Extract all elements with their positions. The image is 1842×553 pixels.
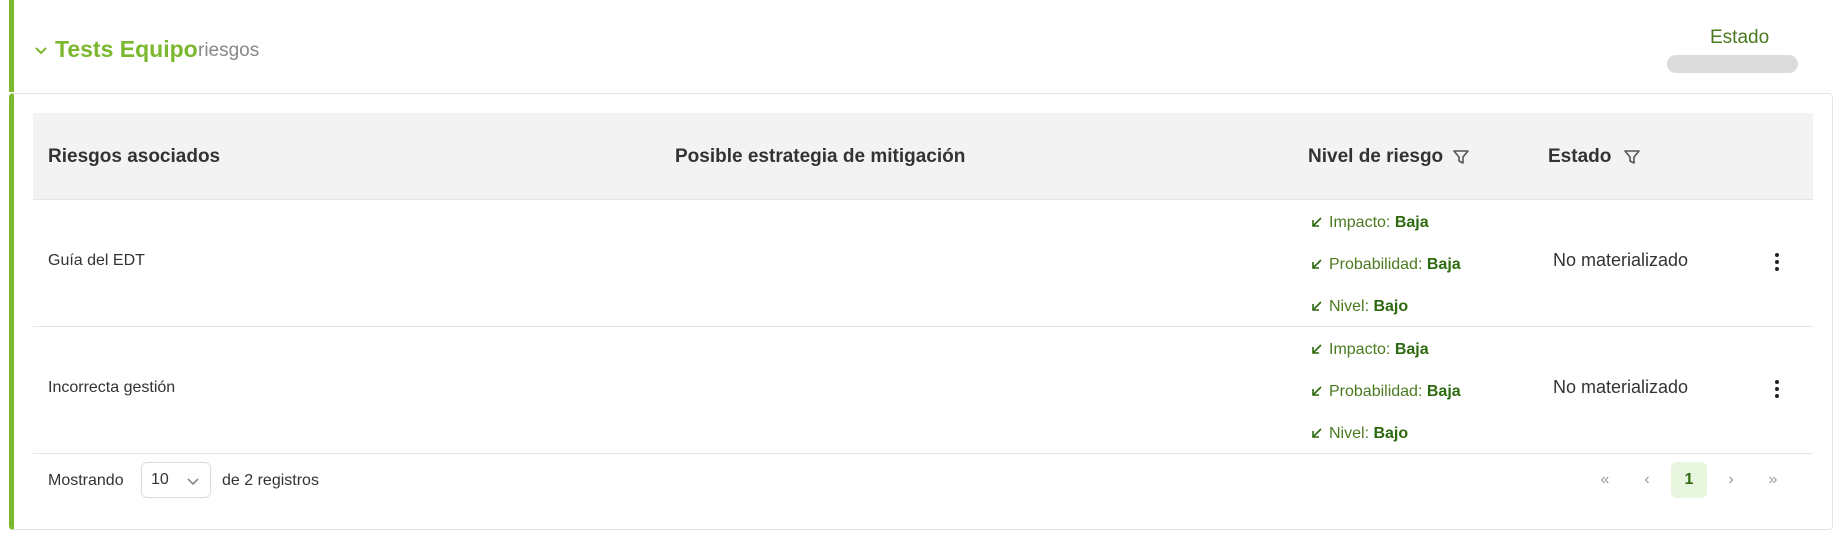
- impact-label: Impacto:: [1329, 214, 1391, 231]
- page-size-value: 10: [151, 471, 169, 488]
- header-level: Nivel de riesgo: [1308, 146, 1444, 167]
- impact-value: Baja: [1394, 341, 1429, 358]
- risk-name: Incorrecta gestión: [48, 379, 176, 396]
- impact-label: Impacto:: [1329, 341, 1391, 358]
- section-header: Tests Equipo riesgos Estado: [0, 0, 1842, 92]
- header-status: Estado: [1548, 146, 1612, 167]
- table-row: Incorrecta gestión Impacto: Baja Probabi…: [33, 327, 1813, 454]
- arrow-down-left-icon: [1312, 386, 1322, 396]
- table-row: Guía del EDT Impacto: Baja Probabilidad:…: [33, 200, 1813, 327]
- filter-icon[interactable]: [1452, 148, 1470, 166]
- arrow-down-left-icon: [1312, 428, 1322, 438]
- level-label: Nivel:: [1329, 425, 1370, 442]
- arrow-down-left-icon: [1312, 301, 1322, 311]
- probability-value: Baja: [1426, 256, 1461, 273]
- accent-bar: [9, 0, 14, 92]
- status-text: No materializado: [1553, 377, 1689, 397]
- arrow-down-left-icon: [1312, 259, 1322, 269]
- probability-label: Probabilidad:: [1329, 256, 1423, 273]
- impact-line: Impacto: Baja: [1311, 341, 1429, 359]
- more-vertical-icon[interactable]: [1774, 380, 1780, 400]
- next-page-button[interactable]: ›: [1713, 462, 1749, 498]
- total-records-label: de 2 registros: [222, 472, 319, 489]
- prev-page-button[interactable]: ‹: [1629, 462, 1665, 498]
- arrow-down-left-icon: [1312, 344, 1322, 354]
- chevron-down-icon[interactable]: [34, 44, 48, 58]
- first-page-button[interactable]: «: [1587, 462, 1623, 498]
- status-text: No materializado: [1553, 250, 1689, 270]
- level-line: Nivel: Bajo: [1311, 425, 1408, 443]
- arrow-down-left-icon: [1312, 217, 1322, 227]
- status-placeholder-bar: [1667, 55, 1798, 73]
- section-subtitle: riesgos: [198, 40, 260, 61]
- status-label: Estado: [1710, 27, 1770, 48]
- header-mitigation: Posible estrategia de mitigación: [675, 146, 966, 167]
- level-value: Bajo: [1373, 298, 1409, 315]
- header-risks: Riesgos asociados: [48, 146, 221, 167]
- page-1-button[interactable]: 1: [1671, 462, 1707, 498]
- risk-name: Guía del EDT: [48, 252, 145, 269]
- impact-value: Baja: [1394, 214, 1429, 231]
- probability-line: Probabilidad: Baja: [1311, 256, 1461, 274]
- section-title[interactable]: Tests Equipo: [55, 36, 198, 63]
- last-page-button[interactable]: »: [1755, 462, 1791, 498]
- level-label: Nivel:: [1329, 298, 1370, 315]
- table-footer: Mostrando 10 de 2 registros « ‹ 1 › »: [33, 452, 1813, 508]
- page-size-select[interactable]: 10: [141, 462, 211, 498]
- impact-line: Impacto: Baja: [1311, 214, 1429, 232]
- probability-line: Probabilidad: Baja: [1311, 383, 1461, 401]
- filter-icon[interactable]: [1623, 148, 1641, 166]
- level-value: Bajo: [1373, 425, 1409, 442]
- probability-value: Baja: [1426, 383, 1461, 400]
- more-vertical-icon[interactable]: [1774, 253, 1780, 273]
- level-line: Nivel: Bajo: [1311, 298, 1408, 316]
- probability-label: Probabilidad:: [1329, 383, 1423, 400]
- table-header: Riesgos asociados Posible estrategia de …: [33, 113, 1813, 200]
- chevron-down-icon: [187, 478, 199, 486]
- showing-label: Mostrando: [48, 472, 124, 489]
